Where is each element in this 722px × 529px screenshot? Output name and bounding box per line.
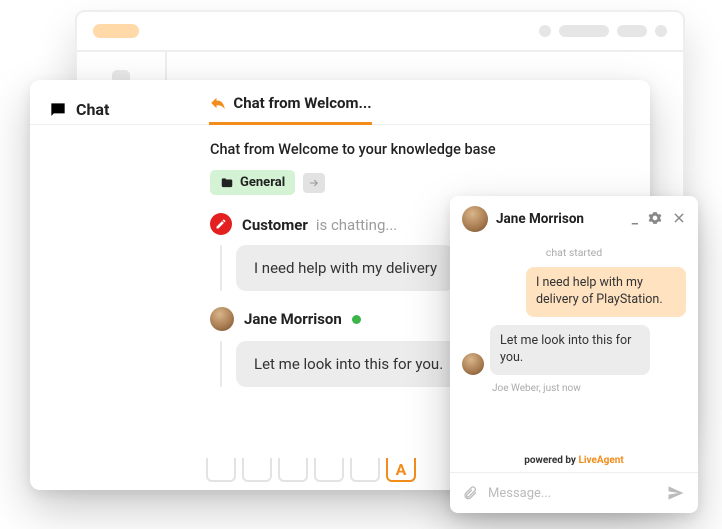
widget-body: chat started I need help with my deliver… [450, 242, 698, 472]
chat-icon [48, 100, 68, 120]
tool-tab-active[interactable]: A [386, 458, 416, 482]
send-icon [666, 483, 686, 503]
placeholder-dot [539, 25, 551, 37]
minimize-button[interactable]: _ [632, 211, 638, 227]
close-icon [672, 211, 686, 225]
powered-by-prefix: powered by [524, 455, 578, 466]
powered-by-line: powered by LiveAgent [462, 455, 686, 466]
department-tag-label: General [240, 175, 285, 190]
placeholder-bar [617, 25, 647, 37]
tool-tab[interactable] [206, 458, 236, 482]
next-badge[interactable] [303, 173, 325, 193]
gear-icon [648, 211, 662, 225]
agent-name: Jane Morrison [244, 310, 342, 328]
widget-agent-bubble: Let me look into this for you. [490, 325, 650, 375]
panel-section-title: Chat [76, 100, 109, 119]
tool-tab[interactable] [314, 458, 344, 482]
is-chatting-label: is chatting... [316, 216, 397, 234]
online-status-icon [352, 315, 361, 324]
widget-agent-name: Jane Morrison [496, 211, 624, 227]
agent-message-bubble: Let me look into this for you. [236, 341, 461, 387]
avatar [210, 307, 234, 331]
thread-rail [220, 341, 222, 387]
edit-badge[interactable] [210, 213, 232, 235]
arrow-right-icon [308, 177, 320, 189]
panel-section-heading: Chat [48, 100, 109, 120]
panel-active-tab[interactable]: Chat from Welcom... [209, 94, 371, 125]
widget-input-bar: Message... [450, 472, 698, 513]
chat-subject: Chat from Welcome to your knowledge base [210, 141, 650, 158]
folder-icon [220, 176, 234, 190]
panel-active-tab-label: Chat from Welcom... [233, 94, 371, 112]
brand-pill [93, 24, 139, 38]
customer-label: Customer [242, 216, 308, 234]
avatar [462, 353, 484, 375]
placeholder-dot [655, 25, 667, 37]
customer-message-bubble: I need help with my delivery [236, 245, 455, 291]
message-input-placeholder: Message... [488, 486, 551, 501]
reply-icon [209, 94, 227, 112]
tool-tab[interactable] [242, 458, 272, 482]
powered-by-brand: LiveAgent [578, 455, 623, 466]
tool-tabs: A [206, 458, 416, 482]
avatar [462, 206, 488, 232]
widget-user-bubble: I need help with my delivery of PlayStat… [526, 267, 686, 317]
send-button[interactable] [666, 483, 686, 503]
background-window-controls [539, 25, 667, 37]
chat-started-label: chat started [462, 246, 686, 259]
tool-tab-active-letter: A [396, 460, 407, 479]
department-tag[interactable]: General [210, 170, 295, 195]
placeholder-bar [559, 25, 609, 37]
tool-tab[interactable] [350, 458, 380, 482]
settings-button[interactable] [648, 211, 662, 227]
attach-button[interactable] [462, 485, 478, 501]
tool-tab[interactable] [278, 458, 308, 482]
panel-header: Chat Chat from Welcom... [30, 80, 650, 125]
pencil-icon [215, 218, 227, 230]
message-input[interactable]: Message... [488, 486, 656, 501]
tag-row: General [210, 170, 650, 195]
paperclip-icon [462, 485, 478, 501]
chat-widget: Jane Morrison _ chat started I need help… [450, 196, 698, 513]
thread-rail [220, 245, 222, 291]
widget-user-row: I need help with my delivery of PlayStat… [462, 267, 686, 317]
close-button[interactable] [672, 211, 686, 227]
background-window-top-bar [77, 12, 683, 52]
widget-header: Jane Morrison _ [450, 196, 698, 242]
widget-agent-row: Let me look into this for you. [462, 325, 686, 375]
widget-message-meta: Joe Weber, just now [462, 383, 686, 394]
